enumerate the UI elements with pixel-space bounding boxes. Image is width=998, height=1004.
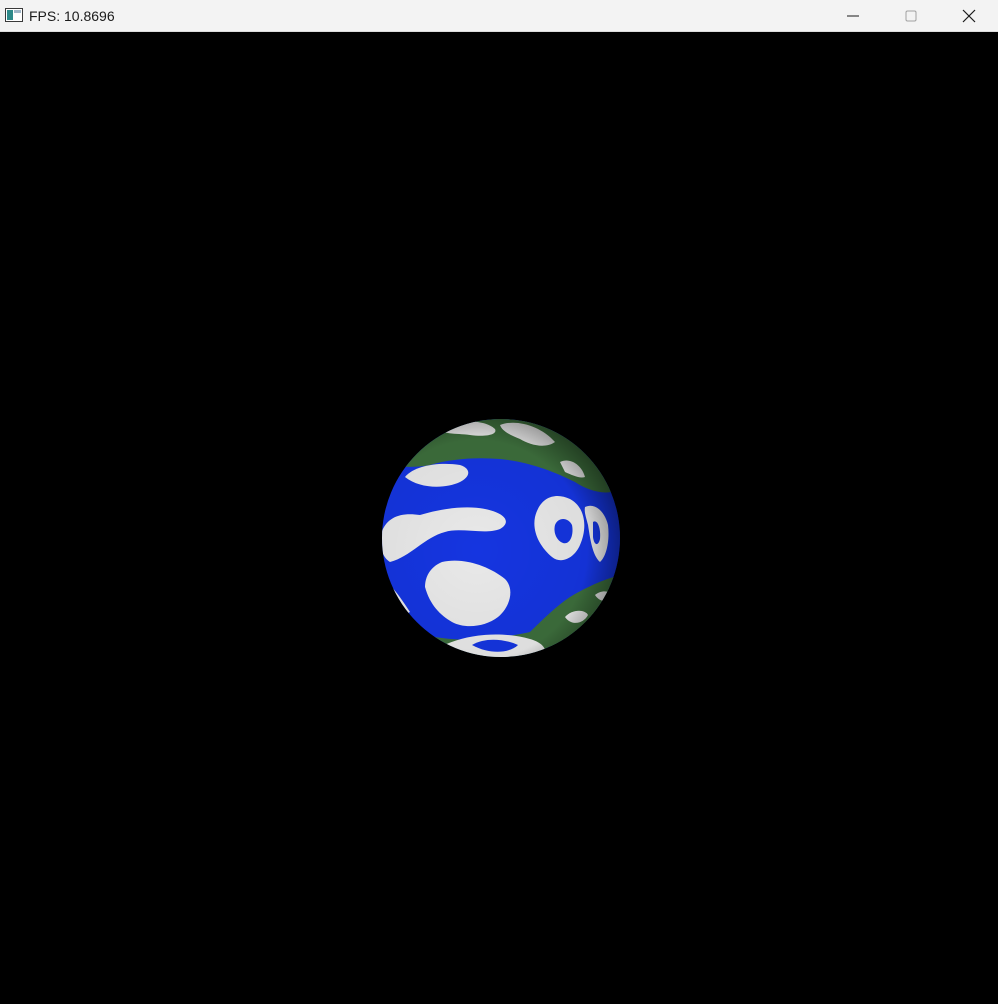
title-bar[interactable]: FPS: 10.8696	[0, 0, 998, 32]
close-icon	[962, 9, 976, 22]
window-title: FPS: 10.8696	[29, 8, 115, 24]
minimize-icon	[847, 15, 859, 16]
close-button[interactable]	[940, 0, 998, 31]
render-viewport[interactable]	[0, 32, 998, 1004]
app-window-icon	[5, 8, 23, 22]
maximize-button[interactable]	[882, 0, 940, 31]
app-window: FPS: 10.8696	[0, 0, 998, 1004]
minimize-button[interactable]	[824, 0, 882, 31]
maximize-icon	[905, 10, 917, 21]
globe-sphere	[382, 419, 620, 657]
